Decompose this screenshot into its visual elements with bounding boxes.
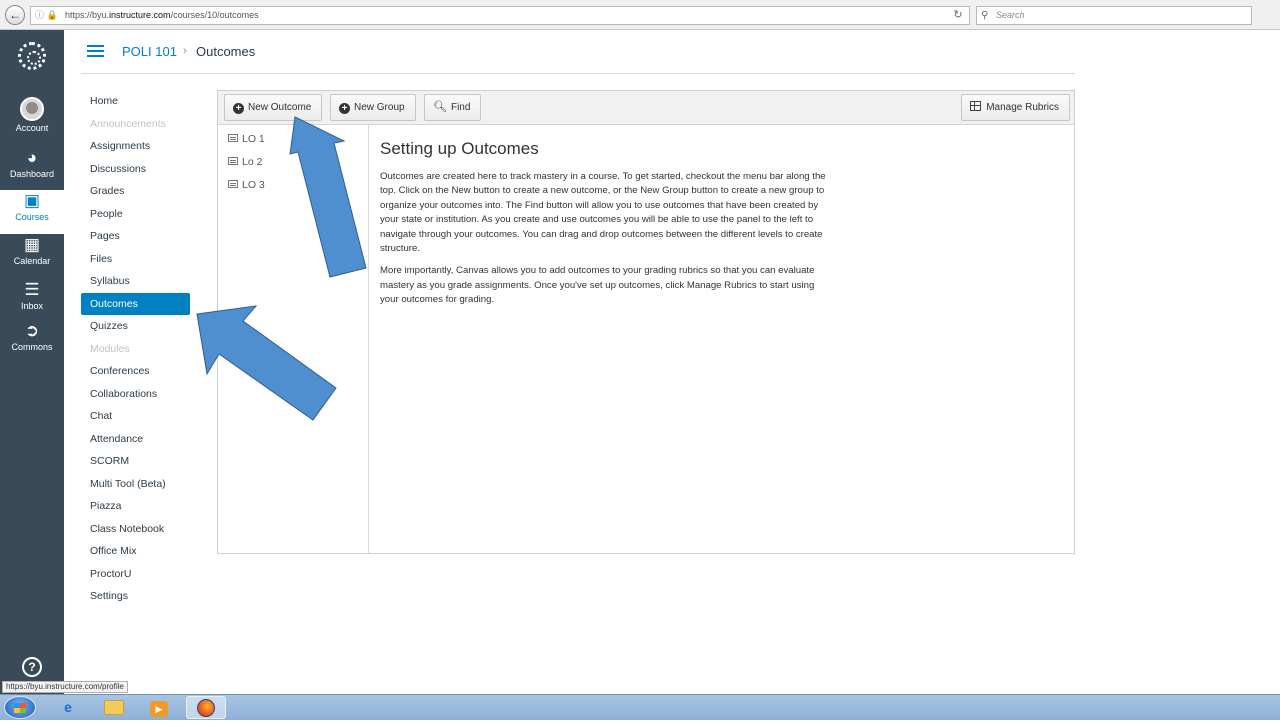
outcome-label: LO 1 [242,133,265,145]
browser-search-input[interactable]: ⚲ Search [976,6,1252,25]
site-info-icon[interactable]: ⓘ 🔒 [35,7,58,24]
course-nav-discussions[interactable]: Discussions [81,158,190,181]
intro-paragraph: More importantly, Canvas allows you to a… [380,265,815,306]
course-nav-outcomes[interactable]: Outcomes [81,292,190,315]
intro-paragraph: Outcomes are created here to track maste… [380,171,826,255]
global-nav-commons[interactable]: ➲ Commons [0,320,64,364]
dashboard-icon: ◕ [26,148,38,167]
start-button-icon[interactable] [4,696,36,719]
breadcrumb-separator-icon: › [183,45,187,57]
manage-rubrics-button[interactable]: Manage Rubrics [961,94,1070,121]
avatar [20,97,44,121]
outcome-icon [228,157,238,165]
course-nav-proctoru[interactable]: ProctorU [81,563,190,586]
course-nav-chat[interactable]: Chat [81,405,190,428]
course-nav-modules: Modules [90,342,130,355]
commons-icon: ➲ [24,321,40,340]
course-nav-piazza[interactable]: Piazza [81,495,190,518]
outcomes-tree-pane: LO 1 Lo 2 LO 3 [218,125,369,553]
canvas-logo-icon[interactable] [18,42,46,70]
find-button[interactable]: 🔍︎ Find [424,94,482,121]
global-nav-calendar[interactable]: ▦ Calendar [0,234,64,278]
firefox-icon[interactable] [186,696,226,719]
course-navigation: Home Announcements Assignments Discussio… [81,90,190,608]
url-text: https://byu.instructure.com/courses/10/o… [65,10,259,20]
course-nav-collaborations[interactable]: Collaborations [81,383,190,406]
new-outcome-button[interactable]: + New Outcome [224,94,323,121]
manage-rubrics-label: Manage Rubrics [986,102,1059,113]
find-label: Find [450,102,471,113]
course-nav-people[interactable]: People [81,203,190,226]
hamburger-menu-icon[interactable] [87,45,104,58]
global-nav-dashboard[interactable]: ◕ Dashboard [0,147,64,191]
calendar-icon: ▦ [23,235,41,254]
course-nav-class-notebook[interactable]: Class Notebook [81,518,190,541]
browser-toolbar: ← ⓘ 🔒 https://byu.instructure.com/course… [0,0,1280,30]
inbox-icon: ☰ [24,280,40,299]
breadcrumb-course-link[interactable]: POLI 101 [122,44,177,59]
course-nav-settings[interactable]: Settings [81,585,190,608]
global-nav-label: Courses [15,212,49,222]
course-nav-announcements: Announcements [90,117,166,130]
courses-icon: ▣ [23,191,41,210]
plus-circle-icon: + [233,103,244,114]
course-nav-attendance[interactable]: Attendance [81,428,190,451]
outcome-item[interactable]: LO 1 [228,133,265,145]
header-divider [81,73,1075,74]
rubric-table-icon [970,101,982,111]
address-bar[interactable]: ⓘ 🔒 https://byu.instructure.com/courses/… [30,6,970,25]
course-nav-conferences[interactable]: Conferences [81,360,190,383]
new-outcome-label: New Outcome [248,102,312,113]
search-icon: ⚲ [981,10,989,21]
lock-icon: 🔒 [46,10,58,20]
course-nav-syllabus[interactable]: Syllabus [81,270,190,293]
outcomes-toolbar: + New Outcome + New Group 🔍︎ Find Manage Ru… [218,91,1074,125]
search-placeholder: Search [996,10,1025,20]
back-arrow-icon[interactable]: ← [5,5,25,25]
course-nav-assignments[interactable]: Assignments [81,135,190,158]
course-nav-office-mix[interactable]: Office Mix [81,540,190,563]
search-icon: 🔍︎ [433,101,447,113]
global-navigation: Account ◕ Dashboard ▣ Courses ▦ Calendar… [0,30,64,694]
course-nav-pages[interactable]: Pages [81,225,190,248]
outcome-item[interactable]: LO 3 [228,179,265,191]
outcome-label: LO 3 [242,179,265,191]
global-nav-label: Dashboard [9,169,55,179]
media-player-icon[interactable]: ▶ [139,696,179,719]
global-nav-label: Inbox [20,301,44,311]
course-nav-grades[interactable]: Grades [81,180,190,203]
outcomes-intro: Setting up Outcomes Outcomes are created… [380,139,832,316]
global-nav-account[interactable]: Account [0,94,64,138]
course-nav-scorm[interactable]: SCORM [81,450,190,473]
global-nav-courses[interactable]: ▣ Courses [0,190,64,234]
page-title: Setting up Outcomes [380,139,539,158]
global-nav-label: Commons [11,342,53,352]
course-nav-multi-tool[interactable]: Multi Tool (Beta) [81,473,190,496]
help-icon[interactable]: ? [22,657,42,677]
folder-icon[interactable] [94,696,134,719]
plus-circle-icon: + [339,103,350,114]
global-nav-inbox[interactable]: ☰ Inbox [0,279,64,323]
global-nav-label: Calendar [13,256,51,266]
course-nav-quizzes[interactable]: Quizzes [81,315,190,338]
breadcrumb-current-page: Outcomes [196,44,256,59]
course-nav-home[interactable]: Home [81,90,190,113]
internet-explorer-icon[interactable]: e [48,696,88,719]
outcomes-panel: + New Outcome + New Group 🔍︎ Find Manage Ru… [217,90,1075,554]
global-nav-label: Account [15,123,49,133]
new-group-button[interactable]: + New Group [330,94,416,121]
outcome-icon [228,180,238,188]
course-nav-files[interactable]: Files [81,248,190,271]
taskbar: e ▶ [0,694,1280,720]
outcome-label: Lo 2 [242,156,263,168]
outcome-item[interactable]: Lo 2 [228,156,262,168]
reload-icon[interactable]: ↻ [951,7,965,24]
new-group-label: New Group [354,102,405,113]
status-url-tooltip: https://byu.instructure.com/profile [2,681,128,693]
outcome-icon [228,134,238,142]
